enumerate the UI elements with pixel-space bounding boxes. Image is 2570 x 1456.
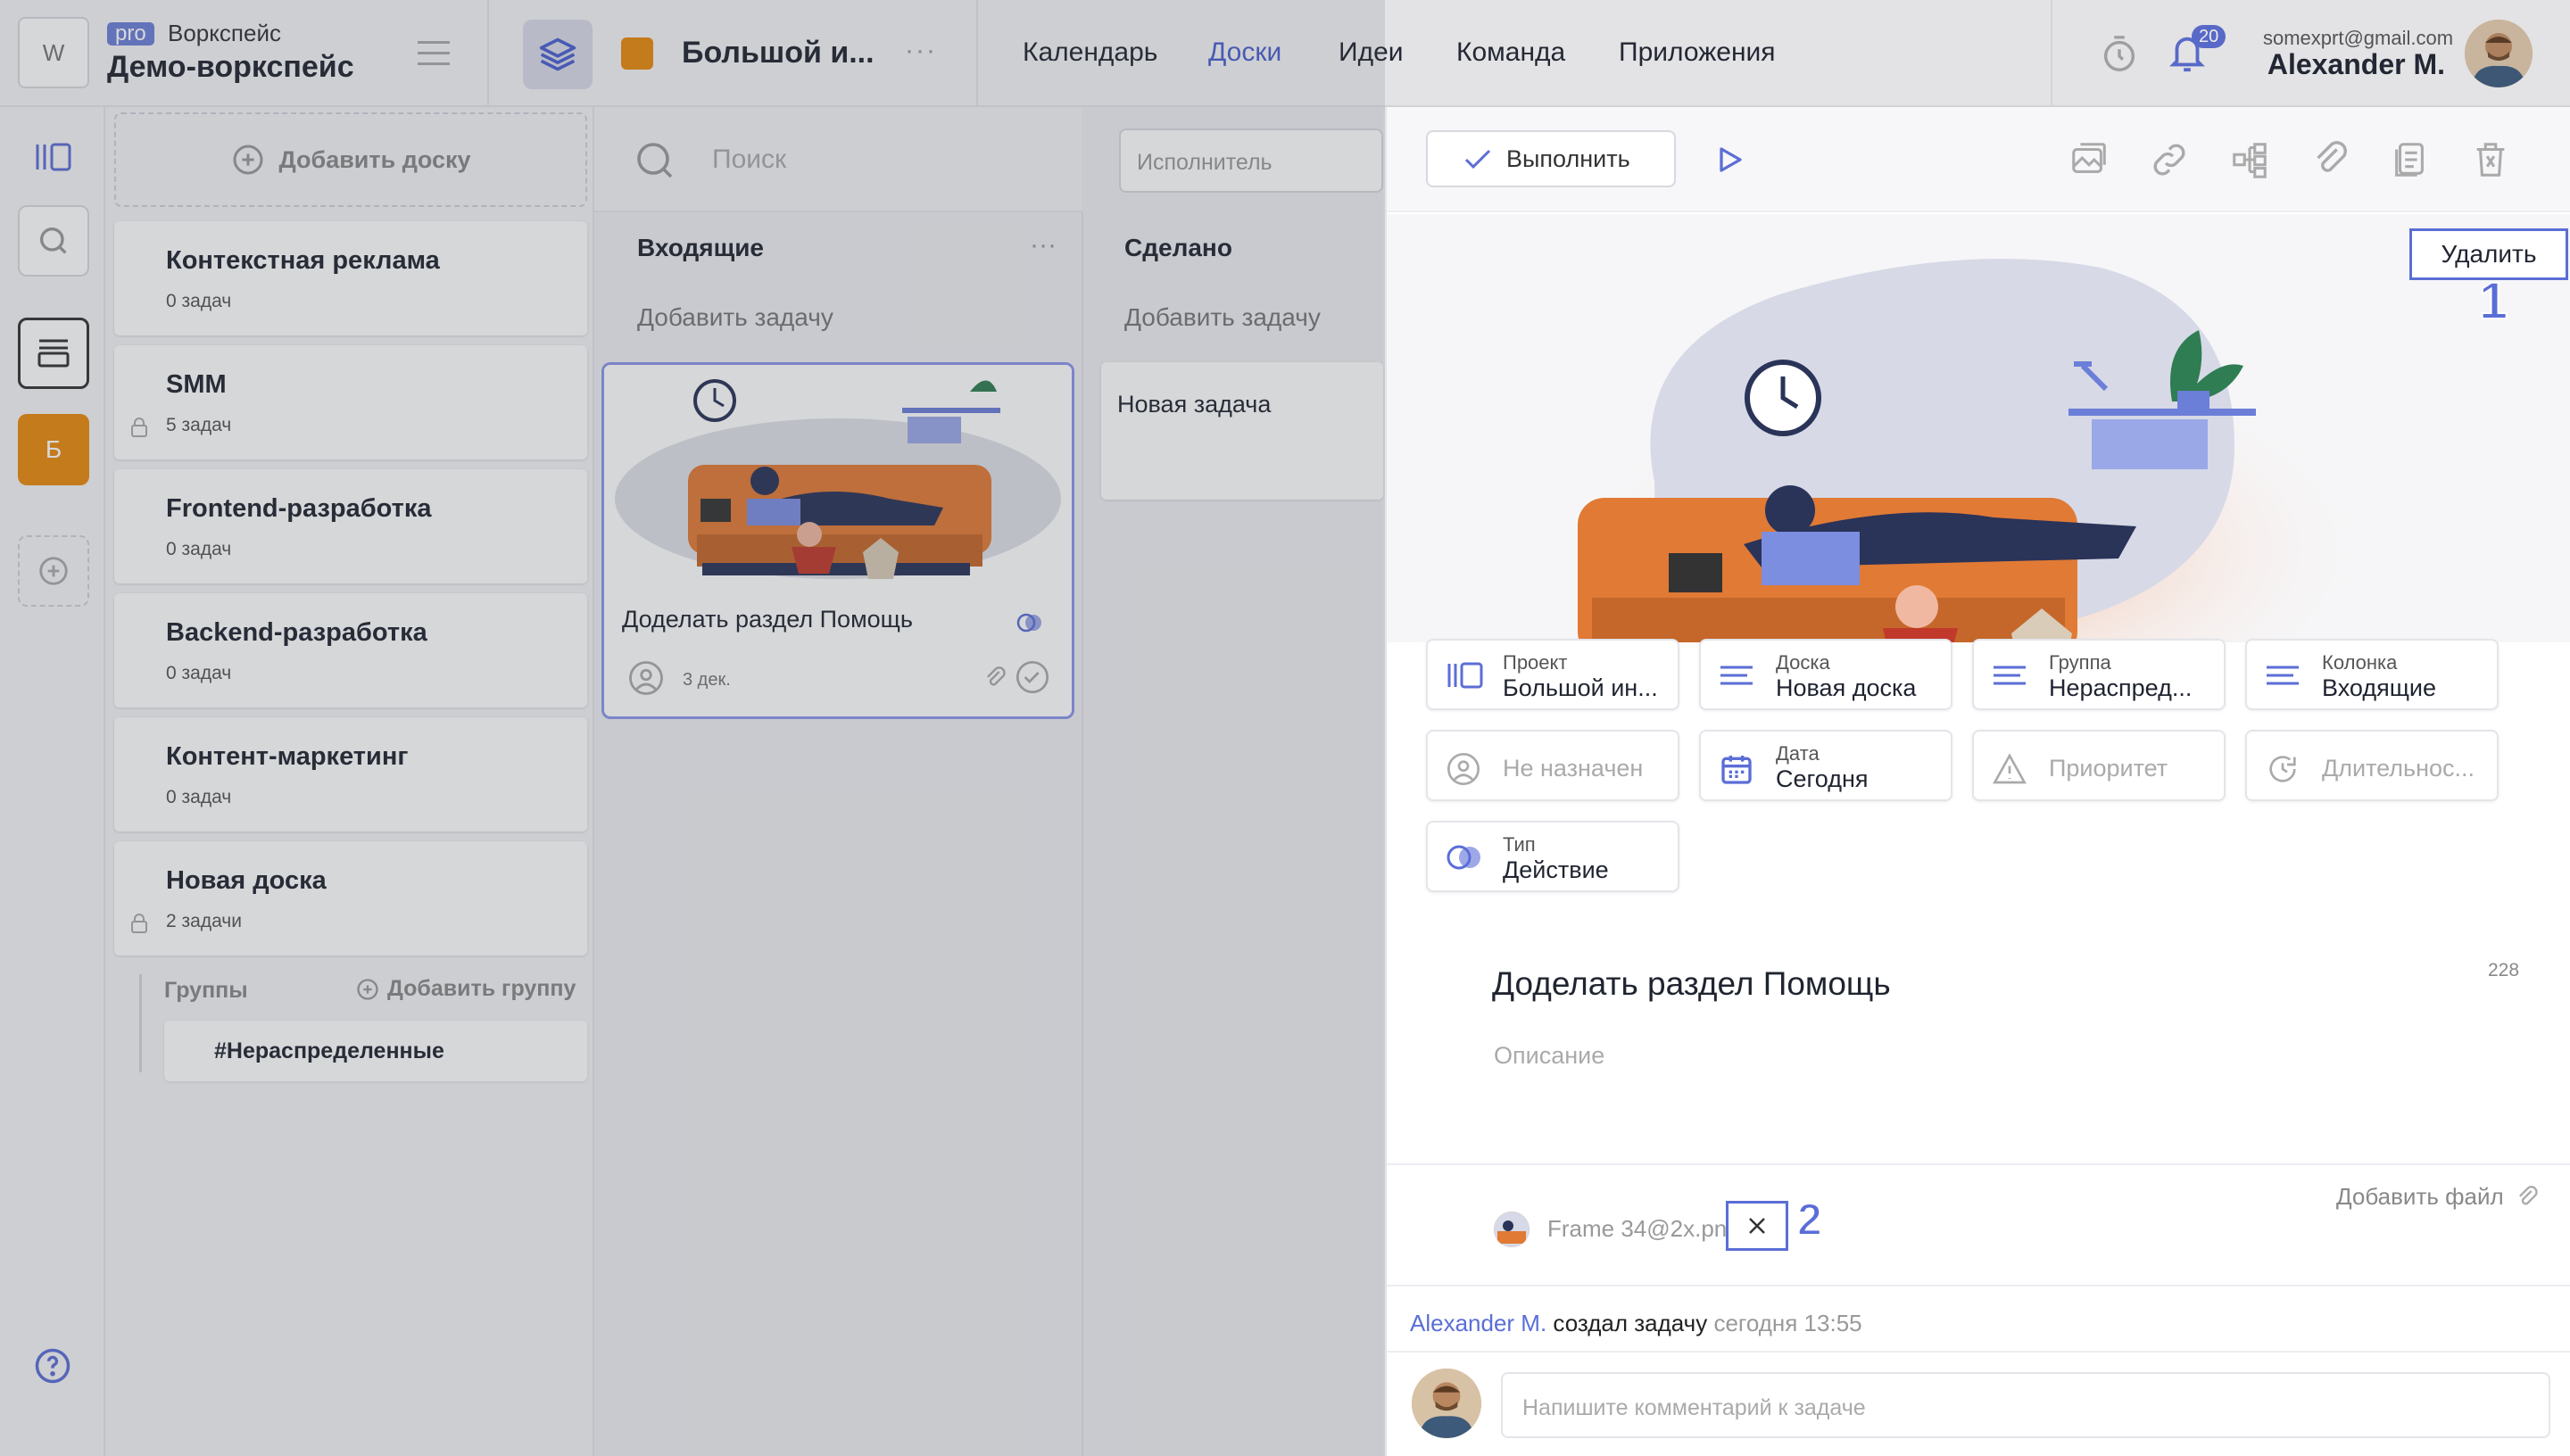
prop-priority[interactable]: Приоритет bbox=[1972, 730, 2226, 801]
user-avatar bbox=[1412, 1369, 1481, 1438]
prop-date[interactable]: Дата Сегодня bbox=[1699, 730, 1952, 801]
divider bbox=[1387, 1351, 2570, 1353]
add-file-label: Добавить файл bbox=[2336, 1183, 2504, 1210]
lines-icon bbox=[1719, 660, 1754, 691]
divider bbox=[1387, 1163, 2570, 1165]
task-detail-panel: Выполнить Проект Большой ин... Доска Нов… bbox=[1385, 107, 2570, 1456]
prop-project[interactable]: Проект Большой ин... bbox=[1426, 639, 1679, 710]
prop-group[interactable]: Группа Нераспред... bbox=[1972, 639, 2226, 710]
prop-label: Группа bbox=[2049, 651, 2111, 674]
remove-attachment-button[interactable] bbox=[1726, 1201, 1788, 1251]
dim-overlay bbox=[0, 0, 1385, 1456]
task-title-input[interactable]: Доделать раздел Помощь bbox=[1492, 965, 1891, 1003]
trash-icon[interactable] bbox=[2470, 139, 2511, 180]
prop-placeholder: Приоритет bbox=[2049, 755, 2168, 782]
prop-value: Новая доска bbox=[1776, 674, 1917, 701]
prop-assignee[interactable]: Не назначен bbox=[1426, 730, 1679, 801]
calendar-icon bbox=[1719, 751, 1754, 787]
char-count: 228 bbox=[2488, 960, 2520, 980]
add-file-button[interactable]: Добавить файл bbox=[2336, 1183, 2540, 1211]
play-icon[interactable] bbox=[1713, 143, 1745, 177]
prop-value: Действие bbox=[1503, 856, 1609, 883]
divider bbox=[1387, 1285, 2570, 1286]
comment-input[interactable]: Напишите комментарий к задаче bbox=[1501, 1372, 2550, 1438]
lines-icon bbox=[2265, 660, 2301, 691]
prop-duration[interactable]: Длительнос... bbox=[2245, 730, 2499, 801]
prop-board[interactable]: Доска Новая доска bbox=[1699, 639, 1952, 710]
subtasks-icon[interactable] bbox=[2229, 139, 2270, 180]
complete-button[interactable]: Выполнить bbox=[1426, 130, 1676, 187]
task-cover-image bbox=[1387, 214, 2570, 642]
prop-label: Проект bbox=[1503, 651, 1568, 674]
prop-placeholder: Не назначен bbox=[1503, 755, 1644, 782]
project-icon bbox=[1446, 660, 1485, 691]
prop-value: Большой ин... bbox=[1503, 674, 1658, 701]
prop-type[interactable]: Тип Действие bbox=[1426, 821, 1679, 892]
log-user[interactable]: Alexander M. bbox=[1410, 1310, 1546, 1336]
log-action: создал задачу bbox=[1546, 1310, 1714, 1336]
prop-label: Тип bbox=[1503, 833, 1536, 856]
prop-value: Нераспред... bbox=[2049, 674, 2193, 701]
copy-icon[interactable] bbox=[2390, 139, 2431, 180]
prop-placeholder: Длительнос... bbox=[2322, 755, 2475, 782]
warning-icon bbox=[1992, 751, 2027, 787]
close-icon bbox=[1749, 1218, 1765, 1234]
attachment-thumbnail[interactable] bbox=[1494, 1212, 1530, 1247]
task-type-icon bbox=[1446, 842, 1485, 873]
prop-label: Дата bbox=[1776, 742, 1820, 765]
complete-label: Выполнить bbox=[1506, 145, 1630, 172]
attachment-name[interactable]: Frame 34@2x.png bbox=[1547, 1215, 1740, 1243]
paperclip-icon bbox=[2518, 1185, 2538, 1204]
link-icon[interactable] bbox=[2149, 139, 2190, 180]
log-time: сегодня 13:55 bbox=[1713, 1310, 1862, 1336]
description-input[interactable]: Описание bbox=[1494, 1042, 1604, 1070]
detail-toolbar: Выполнить bbox=[1387, 107, 2570, 212]
user-icon bbox=[1446, 751, 1481, 787]
paperclip-icon[interactable] bbox=[2309, 139, 2350, 180]
prop-value: Сегодня bbox=[1776, 765, 1869, 792]
check-icon bbox=[1464, 149, 1491, 170]
lines-icon bbox=[1992, 660, 2027, 691]
prop-column[interactable]: Колонка Входящие bbox=[2245, 639, 2499, 710]
activity-log: Alexander M. создал задачу сегодня 13:55 bbox=[1410, 1310, 1862, 1337]
cover-image-icon[interactable] bbox=[2068, 139, 2110, 180]
prop-label: Колонка bbox=[2322, 651, 2398, 674]
annotation-number-1: 1 bbox=[2478, 271, 2508, 331]
prop-value: Входящие bbox=[2322, 674, 2437, 701]
prop-label: Доска bbox=[1776, 651, 1830, 674]
annotation-number-2: 2 bbox=[1796, 1194, 1823, 1245]
duration-icon bbox=[2265, 751, 2301, 787]
